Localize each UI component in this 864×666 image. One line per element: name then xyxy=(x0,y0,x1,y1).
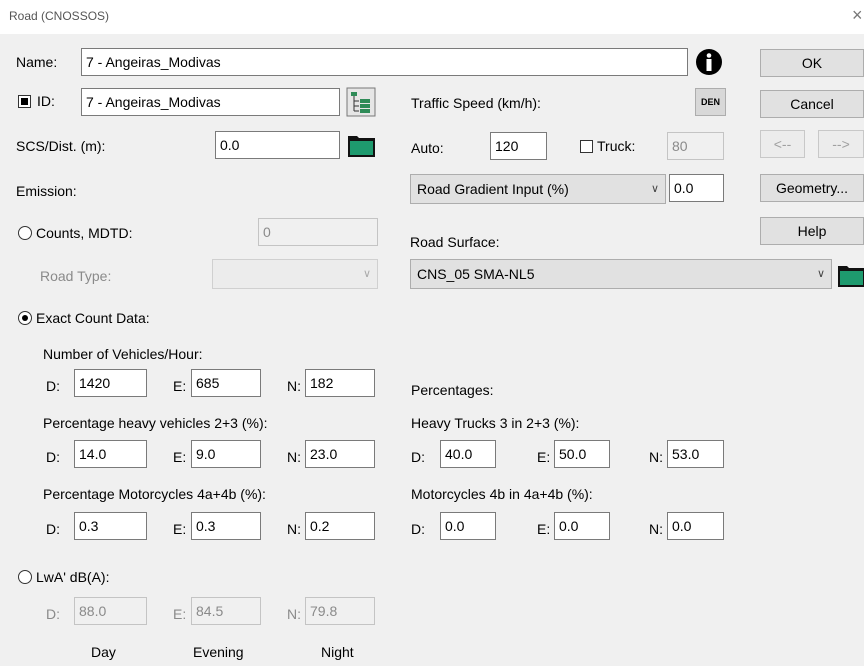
exact-count-label: Exact Count Data: xyxy=(36,310,150,326)
motor4b-d-label: D: xyxy=(411,521,425,537)
motor4b-e-label: E: xyxy=(537,521,551,537)
percentages-label: Percentages: xyxy=(411,382,494,398)
window-title: Road (CNOSSOS) xyxy=(9,9,110,23)
list-tree-icon[interactable] xyxy=(346,87,376,117)
heavy-vehicles-label: Percentage heavy vehicles 2+3 (%): xyxy=(43,415,268,431)
road-type-select: ∨ xyxy=(212,259,378,289)
evening-caption: Evening xyxy=(193,644,244,660)
lwa-n-label: N: xyxy=(287,606,301,622)
heavy-n-label: N: xyxy=(287,449,301,465)
info-icon[interactable] xyxy=(694,47,724,77)
road-gradient-select[interactable]: Road Gradient Input (%) ∨ xyxy=(410,174,666,204)
heavy-night-input[interactable]: 23.0 xyxy=(305,440,375,468)
close-icon[interactable]: × xyxy=(852,5,863,26)
counts-radio[interactable] xyxy=(18,226,32,240)
chevron-down-icon: ∨ xyxy=(650,183,659,195)
id-input[interactable]: 7 - Angeiras_Modivas xyxy=(81,88,340,116)
road-surface-value: CNS_05 SMA-NL5 xyxy=(417,266,535,282)
motor-night-input[interactable]: 0.2 xyxy=(305,512,375,540)
vehicles-day-input[interactable]: 1420 xyxy=(74,369,147,397)
name-input[interactable]: 7 - Angeiras_Modivas xyxy=(81,48,688,76)
heavy-day-input[interactable]: 14.0 xyxy=(74,440,147,468)
trucks3-night-input[interactable]: 53.0 xyxy=(667,440,724,468)
vehicles-n-label: N: xyxy=(287,378,301,394)
motor4b-day-input[interactable]: 0.0 xyxy=(440,512,496,540)
road-type-label: Road Type: xyxy=(40,268,112,284)
name-label: Name: xyxy=(16,54,58,70)
vehicles-d-label: D: xyxy=(46,378,60,394)
motor4b-night-input[interactable]: 0.0 xyxy=(667,512,724,540)
motor-evening-input[interactable]: 0.3 xyxy=(191,512,261,540)
counts-label: Counts, MDTD: xyxy=(36,225,133,241)
next-button: --> xyxy=(818,130,864,158)
road-surface-label: Road Surface: xyxy=(410,234,500,250)
chevron-down-icon: ∨ xyxy=(362,268,371,280)
trucks3-n-label: N: xyxy=(649,449,663,465)
counts-input: 0 xyxy=(258,218,378,246)
scs-label: SCS/Dist. (m): xyxy=(16,138,106,154)
trucks3-day-input[interactable]: 40.0 xyxy=(440,440,496,468)
trucks3-evening-input[interactable]: 50.0 xyxy=(554,440,610,468)
auto-speed-input[interactable]: 120 xyxy=(490,132,547,160)
lwa-e-label: E: xyxy=(173,606,187,622)
auto-speed-label: Auto: xyxy=(411,140,444,156)
trucks3-d-label: D: xyxy=(411,449,425,465)
scs-input[interactable]: 0.0 xyxy=(215,131,340,159)
lwa-evening-input: 84.5 xyxy=(191,597,261,625)
motor-n-label: N: xyxy=(287,521,301,537)
heavy-e-label: E: xyxy=(173,449,187,465)
heavy-trucks-label: Heavy Trucks 3 in 2+3 (%): xyxy=(411,415,580,431)
road-gradient-value: Road Gradient Input (%) xyxy=(417,181,569,197)
den-button[interactable]: DEN xyxy=(695,88,726,116)
title-bar xyxy=(0,0,864,34)
traffic-speed-label: Traffic Speed (km/h): xyxy=(411,95,541,111)
motorcycles-4b-label: Motorcycles 4b in 4a+4b (%): xyxy=(411,486,593,502)
emission-label: Emission: xyxy=(16,183,77,199)
motor-day-input[interactable]: 0.3 xyxy=(74,512,147,540)
motor-e-label: E: xyxy=(173,521,187,537)
cancel-button[interactable]: Cancel xyxy=(760,90,864,118)
id-label: ID: xyxy=(37,93,55,109)
heavy-evening-input[interactable]: 9.0 xyxy=(191,440,261,468)
vehicles-evening-input[interactable]: 685 xyxy=(191,369,261,397)
lwa-day-input: 88.0 xyxy=(74,597,147,625)
day-caption: Day xyxy=(91,644,116,660)
lwa-radio[interactable] xyxy=(18,570,32,584)
truck-label: Truck: xyxy=(597,138,636,154)
help-button[interactable]: Help xyxy=(760,217,864,245)
motor4b-n-label: N: xyxy=(649,521,663,537)
vehicles-night-input[interactable]: 182 xyxy=(305,369,375,397)
id-checkbox[interactable] xyxy=(18,95,31,108)
lwa-label: LwA' dB(A): xyxy=(36,569,110,585)
motor4b-evening-input[interactable]: 0.0 xyxy=(554,512,610,540)
night-caption: Night xyxy=(321,644,354,660)
ok-button[interactable]: OK xyxy=(760,49,864,77)
lwa-d-label: D: xyxy=(46,606,60,622)
motorcycles-label: Percentage Motorcycles 4a+4b (%): xyxy=(43,486,266,502)
surface-folder-icon[interactable] xyxy=(836,260,864,290)
geometry-button[interactable]: Geometry... xyxy=(760,174,864,202)
truck-checkbox[interactable] xyxy=(580,140,593,153)
previous-button: <-- xyxy=(760,130,805,158)
chevron-down-icon: ∨ xyxy=(816,268,825,280)
road-gradient-input[interactable]: 0.0 xyxy=(669,174,724,202)
lwa-night-input: 79.8 xyxy=(305,597,375,625)
vehicles-e-label: E: xyxy=(173,378,187,394)
trucks3-e-label: E: xyxy=(537,449,551,465)
motor-d-label: D: xyxy=(46,521,60,537)
truck-speed-input: 80 xyxy=(667,132,724,160)
road-surface-select[interactable]: CNS_05 SMA-NL5 ∨ xyxy=(410,259,832,289)
folder-icon[interactable] xyxy=(346,130,376,160)
heavy-d-label: D: xyxy=(46,449,60,465)
exact-count-radio[interactable] xyxy=(18,311,32,325)
vehicles-per-hour-label: Number of Vehicles/Hour: xyxy=(43,346,203,362)
